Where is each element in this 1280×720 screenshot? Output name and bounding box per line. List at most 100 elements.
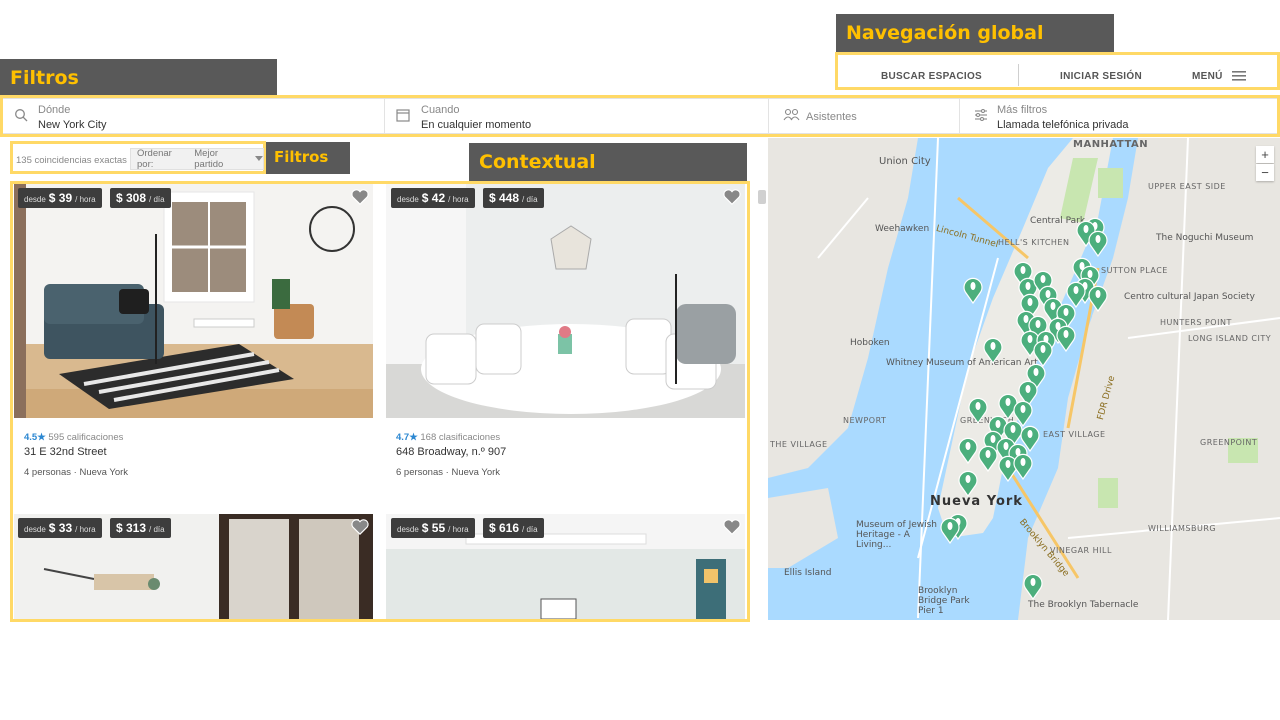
- daily-price-badge: $ 313 / día: [110, 518, 171, 538]
- annotation-filters-sort: Filtros: [264, 142, 350, 174]
- space-card[interactable]: desde $ 55 / hora $ 616 / día: [386, 514, 745, 619]
- capacity: 6 personas: [396, 467, 444, 478]
- filter-bar: Dónde New York City Cuando En cualquier …: [3, 98, 1277, 134]
- annotation-filters-top: Filtros: [0, 59, 277, 96]
- hourly-unit: / hora: [75, 195, 96, 204]
- map-label: MANHATTAN: [1073, 139, 1149, 150]
- map-label: Hoboken: [850, 338, 890, 348]
- daily-unit: / día: [522, 525, 538, 534]
- map-label: Whitney Museum of American Art: [886, 358, 1038, 368]
- rating-count: 168 clasificaciones: [420, 432, 501, 443]
- filter-when[interactable]: Cuando En cualquier momento: [385, 99, 769, 133]
- heart-icon[interactable]: [723, 518, 741, 536]
- map-marker-icon[interactable]: [967, 396, 989, 424]
- filter-more-value[interactable]: Llamada telefónica privada: [997, 119, 1128, 131]
- hourly-price-badge: desde $ 42 / hora: [391, 188, 475, 208]
- space-card[interactable]: desde $ 42 / hora $ 448 / día 4.7★ 168 c…: [386, 184, 745, 510]
- map-marker-icon[interactable]: [982, 336, 1004, 364]
- daily-price-badge: $ 308 / día: [110, 188, 171, 208]
- sort-value: Mejor partido: [194, 148, 224, 170]
- heart-icon[interactable]: [351, 188, 369, 206]
- map-label: HUNTERS POINT: [1160, 318, 1232, 327]
- sliders-icon: [975, 109, 987, 121]
- map-marker-icon[interactable]: [1055, 324, 1077, 352]
- hourly-price: $ 33: [48, 521, 73, 535]
- map-label: EAST VILLAGE: [1043, 430, 1106, 439]
- heart-icon[interactable]: [723, 188, 741, 206]
- space-photo[interactable]: desde $ 55 / hora $ 616 / día: [386, 514, 745, 619]
- space-meta: 6 personas · Nueva York: [396, 467, 500, 478]
- capacity: 4 personas: [24, 467, 72, 478]
- map-label: SUTTON PLACE: [1101, 266, 1168, 275]
- filter-where[interactable]: Dónde New York City: [3, 99, 385, 133]
- hourly-price: $ 39: [48, 191, 73, 205]
- map-label: GREENPOINT: [1200, 438, 1258, 447]
- map-marker-icon[interactable]: [1022, 572, 1044, 600]
- map-marker-icon[interactable]: [939, 516, 961, 544]
- annotation-global-nav: Navegación global: [836, 14, 1114, 52]
- hourly-price: $ 42: [421, 191, 446, 205]
- hamburger-icon[interactable]: [1232, 71, 1246, 81]
- map-marker-icon[interactable]: [1087, 284, 1109, 312]
- caret-down-icon: [255, 156, 263, 161]
- filter-when-label: Cuando: [421, 104, 460, 116]
- filter-attendees[interactable]: Asistentes: [769, 99, 960, 133]
- daily-price: $ 616: [489, 521, 520, 535]
- space-address[interactable]: 31 E 32nd Street: [24, 446, 107, 458]
- space-address[interactable]: 648 Broadway, n.º 907: [396, 446, 506, 458]
- map-label: THE VILLAGE: [770, 440, 828, 449]
- map-marker-icon[interactable]: [1012, 452, 1034, 480]
- nav-search-spaces-link[interactable]: BUSCAR ESPACIOS: [881, 71, 982, 82]
- map-marker-icon[interactable]: [962, 276, 984, 304]
- results-map[interactable]: MANHATTAN Union City Weehawken Lincoln T…: [768, 138, 1280, 620]
- daily-price: $ 308: [116, 191, 147, 205]
- nav-login-link[interactable]: INICIAR SESIÓN: [1060, 71, 1142, 82]
- nav-menu-button[interactable]: MENÚ: [1192, 71, 1223, 82]
- map-label: The Brooklyn Tabernacle: [1028, 600, 1139, 610]
- space-card[interactable]: desde $ 39 / hora $ 308 / día 4.5★ 595 c…: [14, 184, 373, 510]
- rating-score: 4.7★: [396, 432, 418, 443]
- heart-icon[interactable]: [351, 518, 369, 536]
- hourly-unit: / hora: [448, 195, 469, 204]
- map-marker-icon[interactable]: [957, 436, 979, 464]
- room-photo-image: [386, 184, 745, 418]
- sort-dropdown[interactable]: Ordenar por: Mejor partido: [130, 148, 264, 170]
- hourly-price-badge: desde $ 55 / hora: [391, 518, 475, 538]
- filter-attendees-label: Asistentes: [806, 111, 857, 123]
- from-label: desde: [24, 195, 46, 204]
- space-photo[interactable]: desde $ 33 / hora $ 313 / día: [14, 514, 373, 619]
- space-photo[interactable]: desde $ 39 / hora $ 308 / día: [14, 184, 373, 418]
- filter-more[interactable]: Más filtros Llamada telefónica privada: [960, 99, 1277, 133]
- search-icon: [15, 109, 28, 122]
- calendar-icon: [396, 109, 410, 122]
- map-marker-icon[interactable]: [977, 444, 999, 472]
- space-photo[interactable]: desde $ 42 / hora $ 448 / día: [386, 184, 745, 418]
- from-label: desde: [397, 525, 419, 534]
- nav-divider: [1018, 64, 1019, 86]
- map-label: NEWPORT: [843, 416, 887, 425]
- filter-when-value[interactable]: En cualquier momento: [421, 119, 531, 131]
- map-label: Ellis Island: [784, 568, 832, 578]
- zoom-in-button[interactable]: +: [1256, 146, 1274, 163]
- daily-unit: / día: [149, 525, 165, 534]
- filter-where-label: Dónde: [38, 104, 71, 116]
- map-marker-icon[interactable]: [957, 469, 979, 497]
- map-label: Brooklyn Bridge Park Pier 1: [918, 586, 970, 616]
- daily-unit: / día: [522, 195, 538, 204]
- scrollbar[interactable]: [758, 190, 766, 204]
- map-label: The Noguchi Museum: [1156, 233, 1254, 243]
- sort-label: Ordenar por:: [137, 148, 172, 170]
- rating: 4.5★ 595 calificaciones: [24, 432, 123, 443]
- space-card[interactable]: desde $ 33 / hora $ 313 / día: [14, 514, 373, 619]
- global-navigation: BUSCAR ESPACIOS INICIAR SESIÓN MENÚ: [838, 54, 1278, 87]
- map-label: VINEGAR HILL: [1050, 546, 1112, 555]
- map-marker-icon[interactable]: [1087, 229, 1109, 257]
- map-label: Weehawken: [875, 224, 930, 234]
- rating: 4.7★ 168 clasificaciones: [396, 432, 500, 443]
- hourly-price-badge: desde $ 39 / hora: [18, 188, 102, 208]
- map-label: LONG ISLAND CITY: [1188, 334, 1272, 343]
- zoom-out-button[interactable]: −: [1256, 164, 1274, 181]
- filter-where-value[interactable]: New York City: [38, 119, 106, 131]
- daily-price: $ 313: [116, 521, 147, 535]
- daily-price: $ 448: [489, 191, 520, 205]
